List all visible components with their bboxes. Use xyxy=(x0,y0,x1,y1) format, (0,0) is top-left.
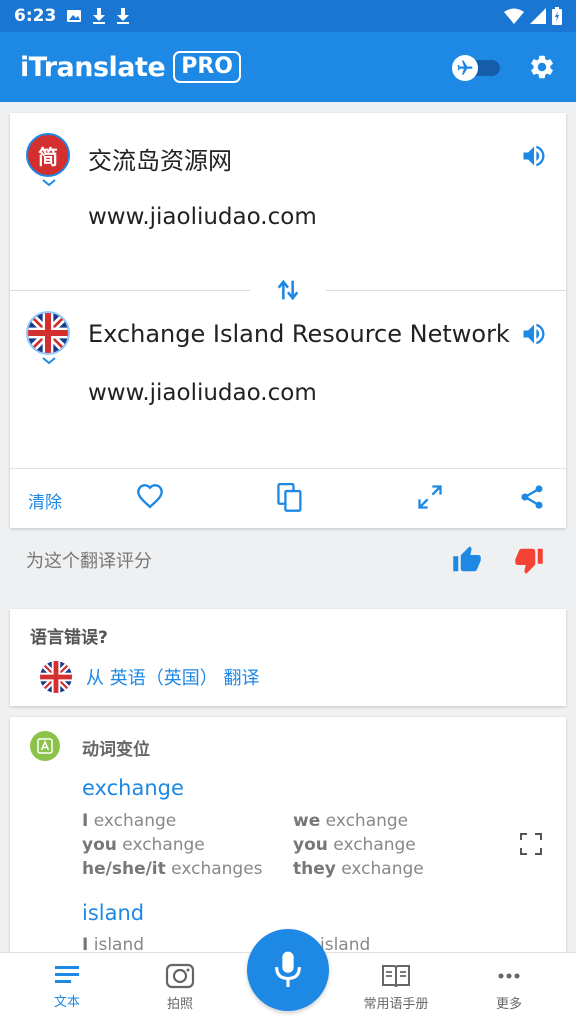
camera-icon xyxy=(165,963,195,989)
battery-icon xyxy=(552,7,562,25)
conjugation-title: 动词变位 xyxy=(82,740,150,760)
swap-languages-icon[interactable] xyxy=(274,276,302,304)
uk-flag-small xyxy=(40,661,72,693)
translation-card: 简 交流岛资源网 www.jiaoliudao.com Exchange Isl… xyxy=(10,113,566,528)
conjugation-line: they exchange xyxy=(293,859,424,879)
speaker-icon-2[interactable] xyxy=(520,320,548,348)
app-bar: iTranslate PRO xyxy=(0,32,576,102)
chevron-down-icon-2[interactable] xyxy=(42,357,56,365)
fullscreen-expand-icon[interactable] xyxy=(416,483,444,511)
conjugation-card: 动词变位 exchange I exchange you exchange he… xyxy=(10,717,566,957)
conjugation-line: you exchange xyxy=(293,835,416,855)
thumbs-up-icon[interactable] xyxy=(452,545,482,575)
target-text: Exchange Island Resource Network xyxy=(88,320,510,348)
verb-title: exchange xyxy=(82,776,184,800)
download-notification-icon xyxy=(93,8,106,24)
speaker-icon[interactable] xyxy=(520,142,548,170)
app-brand: iTranslate xyxy=(20,51,166,83)
nav-label: 文本 xyxy=(53,995,80,1010)
conjugation-line: you exchange xyxy=(82,835,205,855)
action-bar: 清除 xyxy=(10,468,566,528)
language-error-title: 语言错误? xyxy=(30,628,108,648)
status-time: 6:23 xyxy=(14,6,57,26)
signal-icon xyxy=(530,8,546,24)
translate-from-link[interactable]: 从 英语（英国） 翻译 xyxy=(86,664,259,690)
chevron-down-icon[interactable] xyxy=(42,179,56,187)
image-notification-icon xyxy=(67,10,82,22)
nav-more[interactable]: 更多 xyxy=(464,963,554,1012)
nav-label: 拍照 xyxy=(166,997,193,1012)
download-notification-icon-2 xyxy=(117,8,130,24)
nav-label: 更多 xyxy=(495,997,522,1012)
divider-left xyxy=(10,290,250,291)
settings-gear-icon[interactable] xyxy=(528,53,556,81)
wifi-icon xyxy=(504,8,524,24)
letter-a-icon xyxy=(37,738,53,754)
nav-label: 常用语手册 xyxy=(363,997,429,1012)
rating-prompt: 为这个翻译评分 xyxy=(26,551,152,572)
source-text[interactable]: 交流岛资源网 xyxy=(88,141,232,176)
uk-flag-icon-small xyxy=(40,661,72,693)
nav-phrasebook[interactable]: 常用语手册 xyxy=(351,963,441,1012)
target-subtext: www.jiaoliudao.com xyxy=(88,380,317,406)
conjugation-icon xyxy=(30,731,60,761)
thumbs-down-icon[interactable] xyxy=(514,545,544,575)
uk-flag-icon xyxy=(28,313,68,353)
pro-badge: PRO xyxy=(173,51,242,83)
conjugation-line: we exchange xyxy=(293,811,409,831)
favorite-heart-icon[interactable] xyxy=(136,483,164,511)
copy-icon[interactable] xyxy=(276,483,304,513)
target-language-flag[interactable] xyxy=(26,311,70,355)
source-language-flag[interactable]: 简 xyxy=(26,133,70,177)
status-bar: 6:23 xyxy=(0,0,576,32)
nav-camera[interactable]: 拍照 xyxy=(135,963,225,1012)
expand-corners-icon[interactable] xyxy=(520,833,542,855)
verb-title: island xyxy=(82,901,145,925)
share-icon[interactable] xyxy=(518,483,546,511)
more-dots-icon xyxy=(498,973,520,979)
source-subtext: www.jiaoliudao.com xyxy=(88,204,317,230)
language-error-card: 语言错误? 从 英语（英国） 翻译 xyxy=(10,609,566,706)
text-lines-icon xyxy=(55,966,79,983)
nav-text[interactable]: 文本 xyxy=(22,963,112,1010)
conjugation-line: he/she/it exchanges xyxy=(82,859,263,879)
translate-from-row[interactable]: 从 英语（英国） 翻译 xyxy=(40,661,259,693)
divider-right xyxy=(326,290,566,291)
airplane-icon xyxy=(457,60,473,75)
source-flag-label: 简 xyxy=(38,144,58,169)
microphone-icon xyxy=(275,951,301,987)
book-icon xyxy=(382,965,410,988)
offline-mode-toggle[interactable] xyxy=(452,55,502,81)
conjugation-line: I exchange xyxy=(82,811,177,831)
microphone-button[interactable] xyxy=(247,929,329,1011)
clear-button[interactable]: 清除 xyxy=(28,488,62,513)
